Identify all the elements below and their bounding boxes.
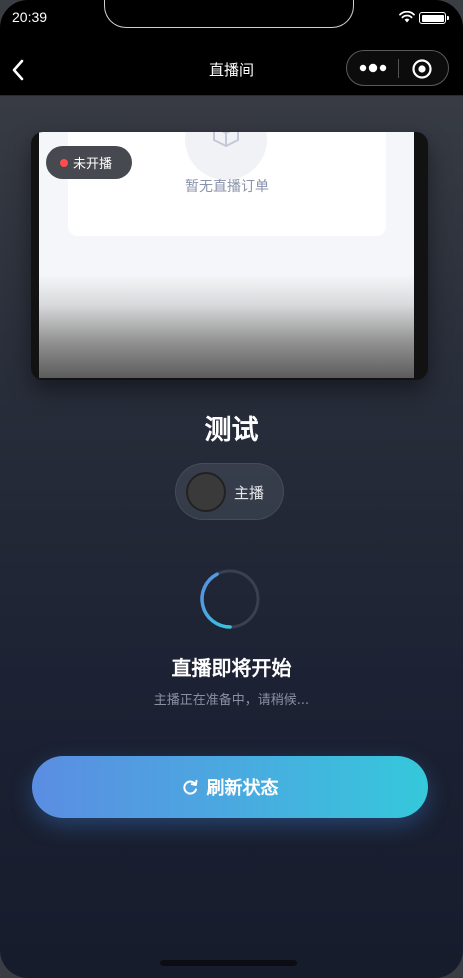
battery-icon <box>419 12 449 24</box>
capsule-divider <box>398 59 399 78</box>
spinner-icon <box>200 569 260 629</box>
refresh-status-button[interactable]: 刷新状态 <box>32 756 428 818</box>
live-status-badge: 未开播 <box>46 146 132 179</box>
more-icon[interactable] <box>359 62 387 74</box>
host-chip[interactable]: 主播 <box>175 463 284 520</box>
refresh-button-label: 刷新状态 <box>206 778 279 799</box>
host-role-label: 主播 <box>234 484 265 502</box>
status-time: 20:39 <box>12 9 48 25</box>
phone-screen: 20:39 直播间 暂无直播订单 未开播 测试 主播 直播即将开始 主播正在准备… <box>0 0 463 978</box>
avatar <box>186 472 226 512</box>
nav-bar: 直播间 <box>0 44 463 96</box>
close-icon[interactable] <box>411 58 433 80</box>
refresh-icon <box>182 779 197 795</box>
live-status-text: 未开播 <box>73 157 113 172</box>
live-status-title: 直播即将开始 <box>171 656 292 680</box>
notch <box>104 0 354 28</box>
box-icon <box>213 132 239 147</box>
room-title: 测试 <box>204 415 259 446</box>
empty-order-text: 暂无直播订单 <box>185 179 269 195</box>
mini-program-capsule <box>346 50 449 86</box>
status-bar: 20:39 <box>0 0 463 44</box>
home-indicator <box>160 960 297 966</box>
wifi-icon <box>399 11 415 23</box>
status-dot <box>60 158 68 167</box>
live-status-subtitle: 主播正在准备中，请稍候... <box>153 693 310 708</box>
